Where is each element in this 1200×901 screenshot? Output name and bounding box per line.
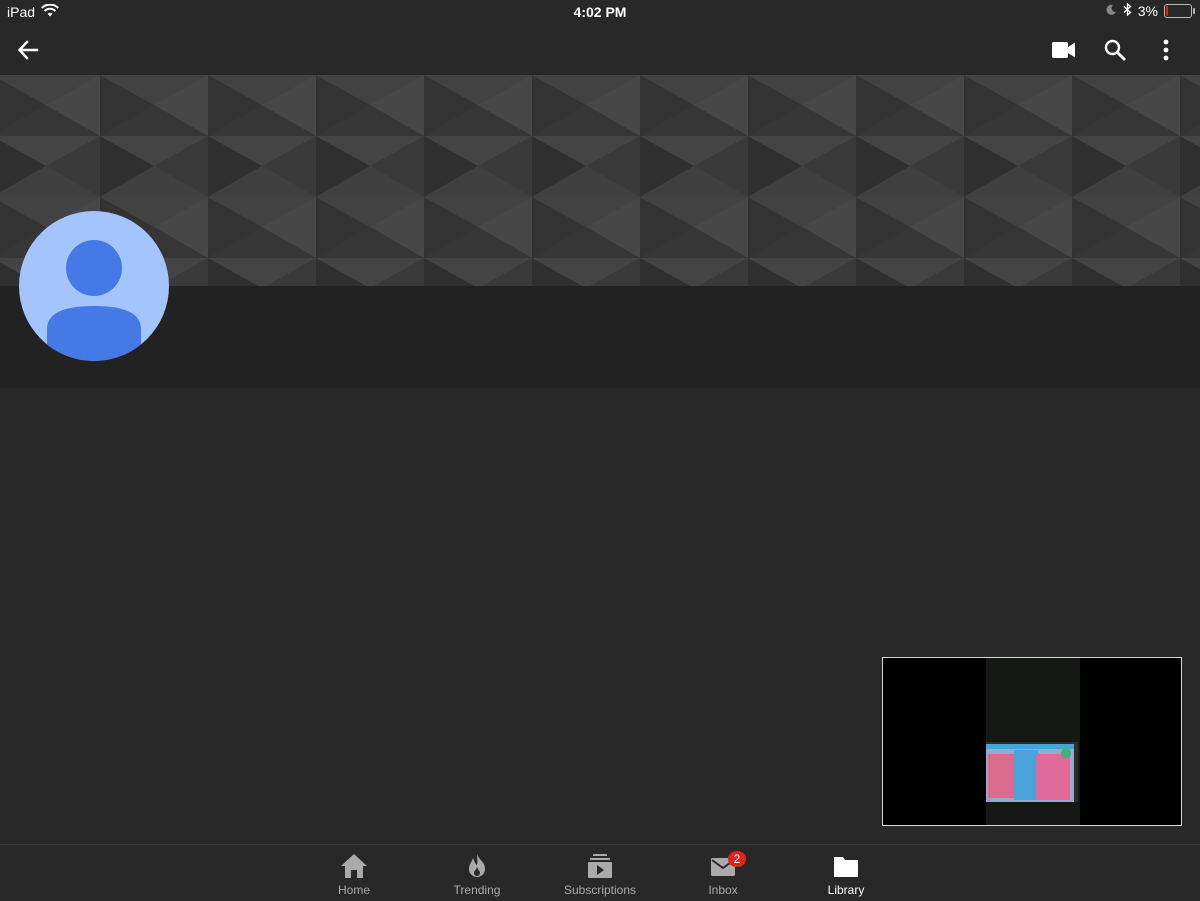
status-time: 4:02 PM bbox=[573, 4, 627, 20]
nav-library-label: Library bbox=[827, 883, 865, 897]
battery-level bbox=[1166, 6, 1168, 16]
nav-home[interactable]: Home bbox=[299, 845, 409, 901]
video-thumbnail bbox=[986, 658, 1080, 825]
video-camera-icon bbox=[1052, 42, 1075, 58]
folder-icon bbox=[834, 857, 858, 877]
flame-icon bbox=[469, 854, 485, 877]
nav-trending-label: Trending bbox=[453, 883, 501, 897]
battery-percent: 3% bbox=[1137, 3, 1158, 19]
app-bar bbox=[0, 24, 1200, 74]
bluetooth-icon bbox=[1123, 2, 1132, 19]
back-button[interactable] bbox=[10, 32, 46, 68]
nav-library[interactable]: Library bbox=[791, 845, 901, 901]
search-button[interactable] bbox=[1097, 32, 1133, 68]
channel-banner bbox=[0, 75, 1200, 286]
default-user-icon bbox=[47, 240, 141, 361]
mini-player[interactable] bbox=[882, 657, 1182, 826]
back-arrow-icon bbox=[17, 40, 39, 60]
moon-icon bbox=[1105, 3, 1117, 19]
status-right: 3% bbox=[1105, 2, 1195, 19]
status-bar: iPad 4:02 PM 3% bbox=[0, 0, 1200, 24]
bottom-navigation: Home Trending Subscriptions 2 Inbox Libr… bbox=[0, 844, 1200, 901]
more-vertical-icon bbox=[1163, 39, 1169, 61]
battery-icon bbox=[1164, 4, 1195, 18]
video-frame bbox=[986, 658, 1080, 825]
more-options-button[interactable] bbox=[1148, 32, 1184, 68]
home-icon bbox=[341, 854, 367, 878]
subscriptions-icon bbox=[588, 854, 612, 878]
inbox-badge: 2 bbox=[728, 851, 746, 867]
channel-avatar[interactable] bbox=[19, 211, 169, 361]
nav-inbox[interactable]: 2 Inbox bbox=[668, 845, 778, 901]
nav-subscriptions[interactable]: Subscriptions bbox=[545, 845, 655, 901]
nav-trending[interactable]: Trending bbox=[422, 845, 532, 901]
channel-header bbox=[0, 286, 1200, 388]
nav-home-label: Home bbox=[337, 883, 370, 897]
banner-pattern bbox=[0, 75, 1200, 286]
upload-video-button[interactable] bbox=[1046, 32, 1082, 68]
nav-subscriptions-label: Subscriptions bbox=[563, 883, 637, 897]
nav-inbox-label: Inbox bbox=[708, 883, 738, 897]
search-icon bbox=[1104, 39, 1126, 61]
